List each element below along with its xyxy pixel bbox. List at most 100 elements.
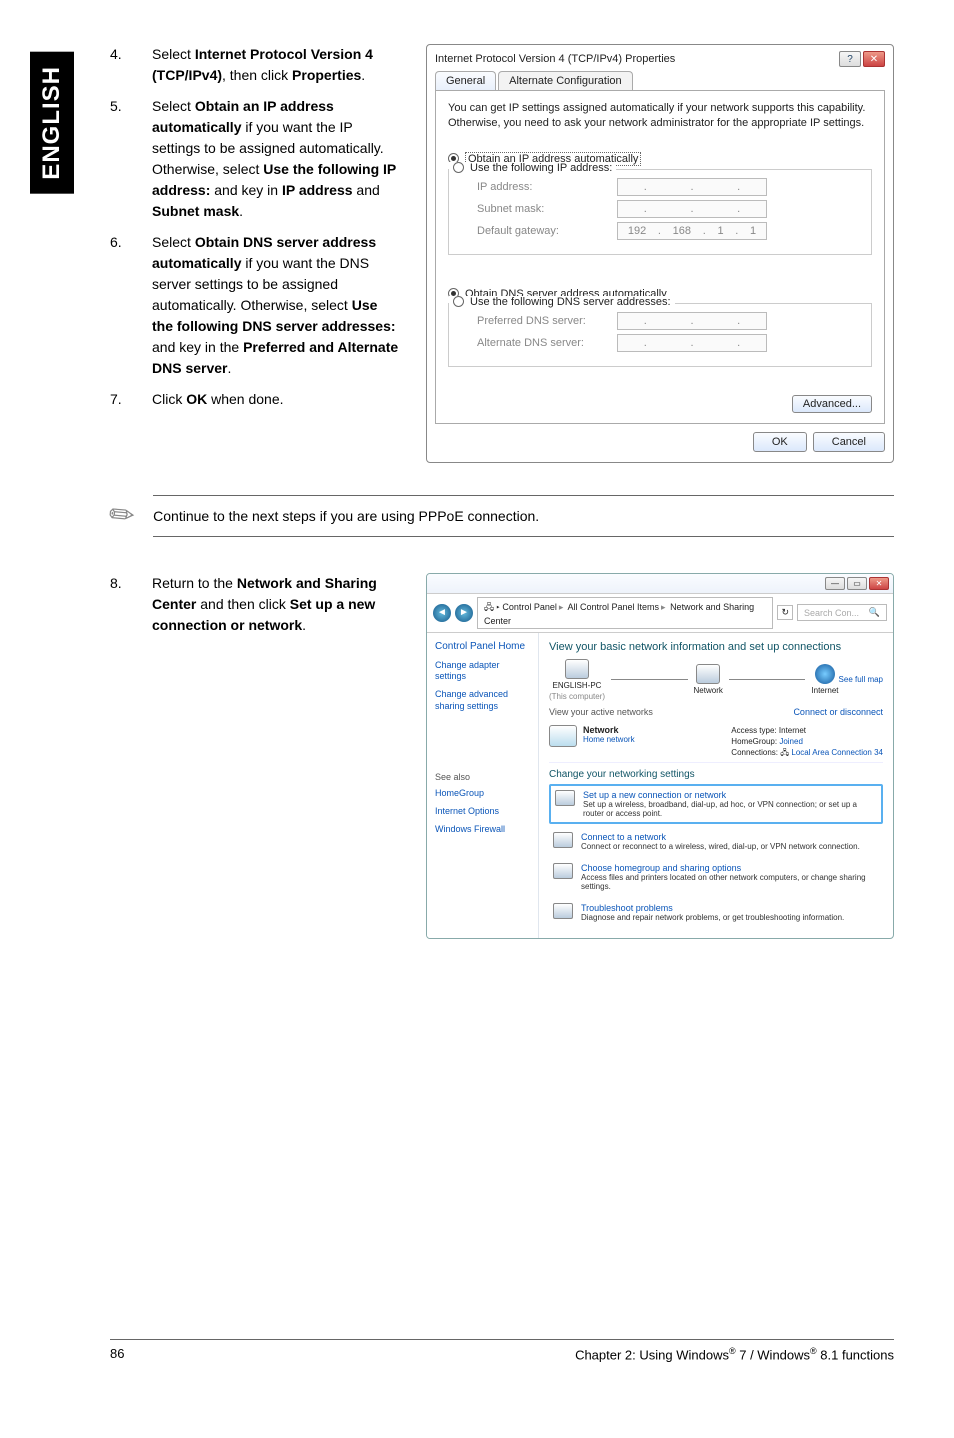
chapter-title: Chapter 2: Using Windows® 7 / Windows® 8… (575, 1346, 894, 1362)
note-rule (153, 536, 894, 537)
sidebar-advanced-sharing[interactable]: Change advanced sharing settings (435, 689, 530, 712)
step-text: , then click (222, 67, 292, 83)
advanced-button[interactable]: Advanced... (792, 395, 872, 413)
connector-line (611, 679, 688, 680)
network-icon (696, 664, 720, 684)
radio-use-ip[interactable]: Use the following IP address: (449, 162, 616, 174)
step-number: 6. (110, 232, 128, 379)
step-text: Select (152, 98, 195, 114)
ipv4-properties-dialog: Internet Protocol Version 4 (TCP/IPv4) P… (426, 44, 894, 463)
alternate-dns-field[interactable]: ... (617, 334, 767, 352)
network-type-link[interactable]: Home network (583, 735, 635, 744)
registered-mark: ® (729, 1346, 736, 1356)
option-homegroup[interactable]: Choose homegroup and sharing options Acc… (549, 859, 883, 895)
dialog-titlebar: Internet Protocol Version 4 (TCP/IPv4) P… (427, 45, 893, 71)
wizard-icon (555, 790, 575, 806)
dialog-column: Internet Protocol Version 4 (TCP/IPv4) P… (426, 44, 894, 463)
step-bold: OK (186, 391, 207, 407)
connector-line (729, 679, 806, 680)
note-text: Continue to the next steps if you are us… (153, 502, 894, 530)
step-bold: Subnet mask (152, 203, 239, 219)
computer-icon (565, 659, 589, 679)
subnet-mask-field[interactable]: ... (617, 200, 767, 218)
kv-label: Connections: (731, 748, 778, 757)
registered-mark: ® (810, 1346, 817, 1356)
refresh-button[interactable]: ↻ (777, 605, 793, 620)
node-label: Network (694, 686, 723, 695)
step-text: and key in (210, 182, 282, 198)
sidebar-home[interactable]: Control Panel Home (435, 641, 530, 652)
close-button[interactable]: ✕ (869, 577, 889, 590)
alternate-dns-label: Alternate DNS server: (477, 337, 617, 349)
sidebar-homegroup[interactable]: HomeGroup (435, 788, 530, 800)
nav-back-button[interactable]: ◄ (433, 604, 451, 622)
option-desc: Diagnose and repair network problems, or… (581, 913, 844, 922)
radio-icon (453, 162, 464, 173)
kv-value-link[interactable]: Local Area Connection 34 (791, 748, 883, 757)
breadcrumb[interactable]: 🖧 ▸ Control Panel▸ All Control Panel Ite… (477, 597, 773, 629)
steps-and-dialog-row: 4. Select Internet Protocol Version 4 (T… (110, 44, 894, 463)
active-networks-header: View your active networks (549, 707, 653, 717)
gateway-label: Default gateway: (477, 225, 617, 237)
change-settings-header: Change your networking settings (549, 769, 883, 780)
page-footer: 86 Chapter 2: Using Windows® 7 / Windows… (110, 1340, 894, 1362)
kv-value-link[interactable]: Joined (779, 737, 803, 746)
troubleshoot-icon (553, 903, 573, 919)
help-button[interactable]: ? (839, 51, 861, 67)
gw-octet: 1 (717, 225, 723, 237)
step-text: . (302, 617, 306, 633)
step-text: and (353, 182, 380, 198)
connect-disconnect-link[interactable]: Connect or disconnect (793, 707, 883, 717)
network-map: ENGLISH-PC (This computer) Network (549, 659, 839, 701)
tab-alternate-config[interactable]: Alternate Configuration (498, 71, 633, 90)
ip-address-field[interactable]: ... (617, 178, 767, 196)
preferred-dns-field[interactable]: ... (617, 312, 767, 330)
main-panel: View your basic network information and … (539, 633, 893, 939)
radio-use-dns[interactable]: Use the following DNS server addresses: (449, 296, 675, 308)
option-title: Choose homegroup and sharing options (581, 863, 879, 873)
gateway-field[interactable]: 192. 168. 1. 1 (617, 222, 767, 240)
step-text: and key in the (152, 339, 243, 355)
sidebar-windows-firewall[interactable]: Windows Firewall (435, 824, 530, 836)
step-text: Select (152, 234, 195, 250)
search-icon: 🔍 (869, 607, 880, 618)
dialog-title: Internet Protocol Version 4 (TCP/IPv4) P… (435, 53, 675, 65)
dialog-tabs: General Alternate Configuration (427, 71, 893, 90)
ok-button[interactable]: OK (753, 432, 807, 452)
option-troubleshoot[interactable]: Troubleshoot problems Diagnose and repai… (549, 899, 883, 926)
step-5: 5. Select Obtain an IP address automatic… (110, 96, 400, 222)
tab-general[interactable]: General (435, 71, 496, 90)
maximize-button[interactable]: ▭ (847, 577, 867, 590)
step-6: 6. Select Obtain DNS server address auto… (110, 232, 400, 379)
see-full-map-link[interactable]: See full map (839, 675, 883, 684)
dialog-body: You can get IP settings assigned automat… (435, 90, 885, 424)
gw-octet: 192 (628, 225, 646, 237)
kv-value: Internet (779, 726, 806, 735)
search-placeholder: Search Con... (804, 608, 859, 618)
search-input[interactable]: Search Con... 🔍 (797, 604, 887, 621)
step-8: 8. Return to the Network and Sharing Cen… (110, 573, 400, 636)
radio-label: Use the following DNS server addresses: (470, 296, 671, 308)
dialog-description: You can get IP settings assigned automat… (448, 101, 872, 131)
cancel-button[interactable]: Cancel (813, 432, 885, 452)
kv-label: HomeGroup: (731, 737, 777, 746)
option-setup-connection[interactable]: Set up a new connection or network Set u… (549, 784, 883, 824)
nav-forward-button[interactable]: ► (455, 604, 473, 622)
sidebar-internet-options[interactable]: Internet Options (435, 806, 530, 818)
subnet-mask-label: Subnet mask: (477, 203, 617, 215)
network-sharing-center-window: — ▭ ✕ ◄ ► 🖧 ▸ Control Panel▸ All Control… (426, 573, 894, 940)
homegroup-icon (553, 863, 573, 879)
kv-label: Access type: (731, 726, 776, 735)
crumb-segment: 🖧 ▸ (484, 602, 502, 612)
option-connect-network[interactable]: Connect to a network Connect or reconnec… (549, 828, 883, 855)
close-button[interactable]: ✕ (863, 51, 885, 67)
option-desc: Access files and printers located on oth… (581, 873, 879, 891)
sidebar-change-adapter[interactable]: Change adapter settings (435, 660, 530, 683)
dns-group: Obtain DNS server address automatically … (448, 277, 872, 383)
minimize-button[interactable]: — (825, 577, 845, 590)
step-text: Select (152, 46, 195, 62)
step-text: . (361, 67, 365, 83)
gw-octet: 1 (750, 225, 756, 237)
footer-text: 8.1 functions (817, 1348, 894, 1363)
step-number: 5. (110, 96, 128, 222)
